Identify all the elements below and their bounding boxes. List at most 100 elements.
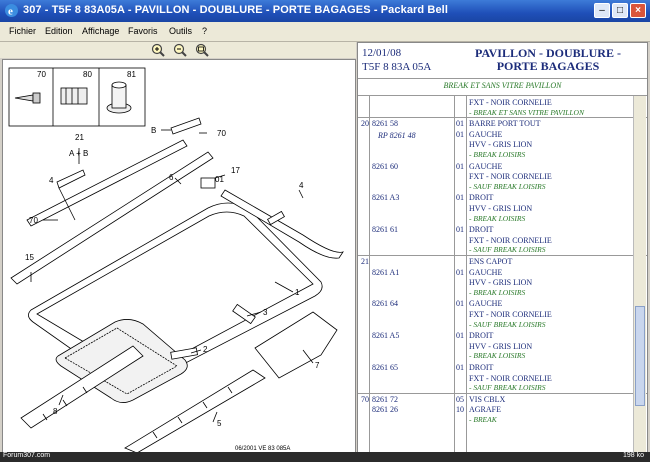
part-reference: 8261 A1: [372, 267, 400, 277]
part-quantity: 01: [456, 193, 464, 203]
column-divider: [466, 95, 467, 453]
parts-diagram-pane[interactable]: 70 80 81 21 A + B B 70 4 6 01 17 4 70 15…: [2, 59, 356, 454]
part-description: AGRAFE: [469, 405, 502, 415]
part-quantity: 01: [456, 161, 464, 171]
part-quantity: 05: [456, 394, 464, 404]
part-rp-reference: RP 8261 48: [378, 130, 416, 140]
part-group-number: 70: [361, 394, 369, 404]
callout-70-top: 70: [217, 129, 226, 138]
status-size: 198 ko: [622, 452, 644, 459]
part-description: DROIT: [469, 331, 494, 341]
callout-21: 21: [75, 133, 84, 142]
part-description: FXT - NOIR CORNELIE: [469, 235, 552, 245]
part-quantity: 01: [456, 267, 464, 277]
close-button[interactable]: ×: [630, 3, 646, 18]
section-title: PAVILLON - DOUBLURE - PORTE BAGAGES: [458, 47, 638, 73]
part-reference: 8261 72: [372, 394, 398, 404]
exploded-parts-diagram: 70 80 81 21 A + B B 70 4 6 01 17 4 70 15…: [8, 67, 344, 453]
header-divider: [358, 78, 647, 79]
inset-parts-box: [8, 67, 146, 127]
minimize-button[interactable]: –: [594, 3, 610, 18]
section-title-line-2: PORTE BAGAGES: [496, 59, 600, 73]
part-quantity: 10: [456, 405, 464, 415]
status-bar: Forum307.com 198 ko: [0, 452, 650, 462]
maximize-button[interactable]: □: [612, 3, 628, 18]
callout-5: 5: [217, 419, 222, 428]
inset-label-80: 80: [83, 70, 92, 79]
menu-edition[interactable]: Edition: [45, 26, 73, 36]
title-bar: e 307 - T5F 8 83A05A - PAVILLON - DOUBLU…: [0, 0, 650, 22]
part-description: HVV - GRIS LION: [469, 140, 533, 150]
part-note: - BREAK LOISIRS: [469, 287, 526, 297]
column-divider: [369, 95, 370, 453]
part-note: - SAUF BREAK LOISIRS: [469, 383, 546, 393]
zoom-toolbar: [0, 42, 356, 58]
part-description: BARRE PORT TOUT: [469, 119, 541, 129]
part-description: GAUCHE: [469, 299, 503, 309]
group-separator: [358, 117, 647, 119]
callout-2: 2: [203, 345, 208, 354]
menu-favoris[interactable]: Favoris: [128, 26, 158, 36]
part-reference: 8261 65: [372, 363, 398, 372]
callout-01: 01: [215, 175, 224, 184]
callout-8: 8: [53, 407, 58, 416]
part-note: - SAUF BREAK LOISIRS: [469, 245, 546, 255]
menu-affichage[interactable]: Affichage: [82, 26, 119, 36]
parts-list-scrollbar[interactable]: [633, 96, 646, 452]
part-description: HVV - GRIS LION: [469, 204, 533, 213]
part-description: GAUCHE: [469, 267, 503, 277]
ie-icon: e: [5, 4, 18, 18]
callout-ab: A + B: [69, 149, 88, 158]
part-reference: 8261 58: [372, 119, 398, 129]
part-note: - BREAK LOISIRS: [469, 150, 526, 159]
part-reference: 8261 61: [372, 225, 398, 235]
part-reference: 8261 A5: [372, 331, 400, 341]
scrollbar-thumb[interactable]: [635, 306, 645, 406]
part-description: ENS CAPOT: [469, 257, 513, 266]
catalog-code: T5F 8 83A 05A: [362, 61, 432, 73]
menu-outils[interactable]: Outils: [169, 26, 192, 36]
callout-4-right: 4: [299, 181, 304, 190]
part-description: GAUCHE: [469, 161, 503, 171]
part-reference: 8261 60: [372, 161, 398, 171]
part-quantity: 01: [456, 299, 464, 309]
callout-4-left: 4: [49, 176, 54, 185]
callout-6: 6: [169, 173, 174, 182]
group-separator: [358, 392, 647, 394]
callout-17: 17: [231, 166, 240, 175]
menu-help[interactable]: ?: [202, 26, 207, 36]
parts-list-pane[interactable]: 12/01/08 T5F 8 83A 05A PAVILLON - DOUBLU…: [357, 42, 648, 454]
part-note: - SAUF BREAK LOISIRS: [469, 319, 546, 329]
inset-label-81: 81: [127, 70, 136, 79]
part-note: - BREAK: [469, 415, 497, 424]
status-left: Forum307.com: [3, 452, 51, 459]
zoom-in-icon[interactable]: [151, 43, 165, 57]
part-description: GAUCHE: [469, 129, 503, 139]
callout-3: 3: [263, 308, 268, 317]
menu-fichier[interactable]: Fichier: [9, 26, 36, 36]
part-group-number: 21: [361, 257, 369, 266]
part-note: - BREAK ET SANS VITRE PAVILLON: [469, 107, 584, 117]
part-quantity: 01: [456, 225, 464, 235]
part-group-number: 20: [361, 119, 369, 129]
inset-label-70: 70: [37, 70, 46, 79]
part-quantity: 01: [456, 331, 464, 341]
part-description: FXT - NOIR CORNELIE: [469, 172, 552, 182]
part-reference: 8261 26: [372, 405, 398, 415]
part-description: FXT - NOIR CORNELIE: [469, 310, 552, 319]
window-title: 307 - T5F 8 83A05A - PAVILLON - DOUBLURE…: [23, 4, 448, 16]
zoom-fit-icon[interactable]: [195, 43, 209, 57]
part-description: HVV - GRIS LION: [469, 278, 533, 288]
part-description: HVV - GRIS LION: [469, 341, 533, 351]
section-subtitle: BREAK ET SANS VITRE PAVILLON: [443, 81, 562, 90]
part-quantity: 01: [456, 129, 464, 139]
part-description: DROIT: [469, 193, 494, 203]
zoom-out-icon[interactable]: [173, 43, 187, 57]
svg-text:e: e: [8, 6, 13, 18]
part-note: - BREAK LOISIRS: [469, 351, 526, 361]
callout-7: 7: [315, 361, 320, 370]
part-description: DROIT: [469, 225, 494, 235]
header-divider-bottom: [358, 95, 647, 96]
part-reference: 8261 64: [372, 299, 398, 309]
part-reference: 8261 A3: [372, 193, 400, 203]
